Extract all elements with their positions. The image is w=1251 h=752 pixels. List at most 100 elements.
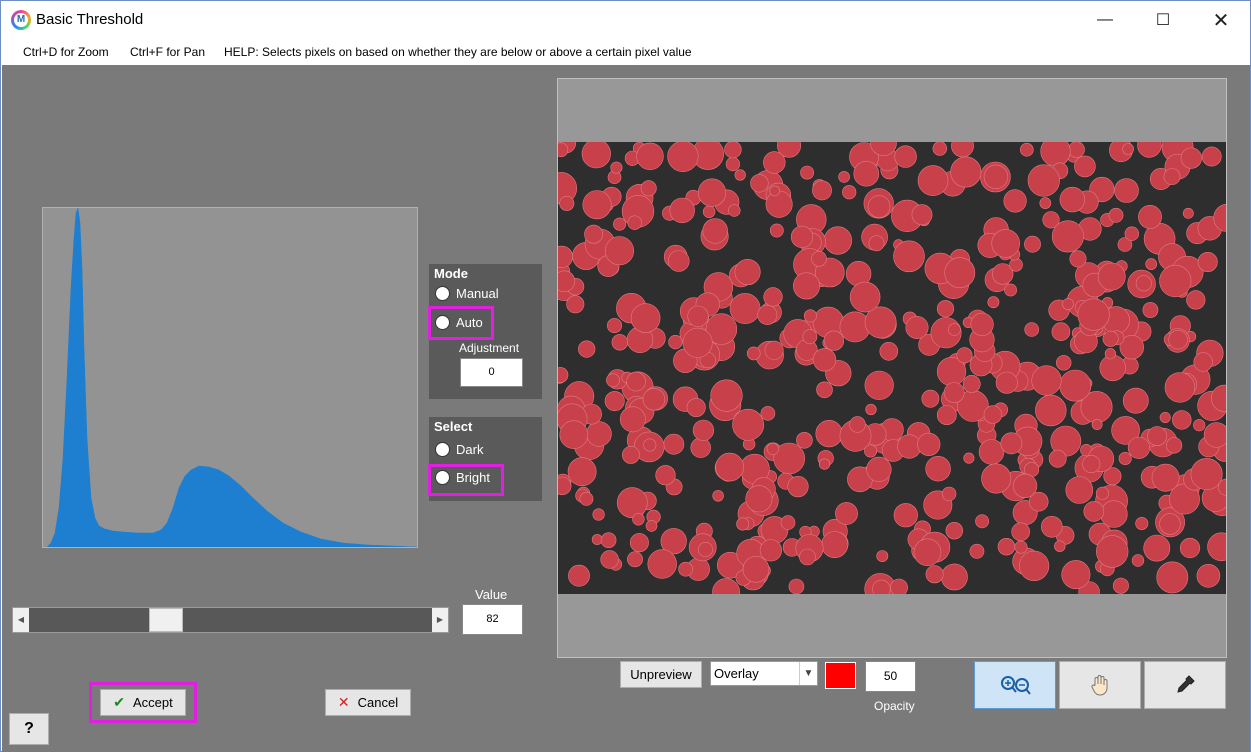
chevron-down-icon: ▼: [799, 662, 817, 685]
pan-tool-button[interactable]: [1059, 661, 1141, 709]
close-button[interactable]: ✕: [1192, 1, 1250, 39]
particle: [1065, 476, 1094, 504]
hint-bar: Ctrl+D for Zoom Ctrl+F for Pan HELP: Sel…: [1, 39, 1250, 65]
particle: [1118, 451, 1132, 465]
particle: [835, 502, 858, 525]
particle: [975, 514, 989, 529]
cancel-label: Cancel: [357, 695, 399, 710]
maximize-button[interactable]: ☐: [1134, 1, 1192, 39]
particle: [1082, 454, 1101, 473]
display-mode-select[interactable]: Overlay ▼: [710, 661, 818, 686]
particle: [613, 217, 627, 231]
particle: [765, 190, 793, 218]
slider-right-arrow-icon[interactable]: ▶: [432, 608, 448, 632]
threshold-slider[interactable]: ◀ ▶: [12, 607, 449, 633]
slider-left-arrow-icon[interactable]: ◀: [13, 608, 29, 632]
particle: [1165, 437, 1183, 454]
particle: [692, 419, 714, 441]
particle: [1027, 164, 1060, 197]
particle: [736, 517, 750, 531]
particle: [728, 204, 741, 217]
particle: [905, 316, 929, 340]
particle: [1003, 189, 1027, 213]
particle: [1014, 540, 1028, 554]
particle: [1114, 178, 1139, 203]
minimize-button[interactable]: —: [1076, 1, 1134, 39]
particle: [629, 533, 649, 553]
particle: [702, 205, 716, 218]
select-dark-radio[interactable]: Dark: [435, 442, 483, 457]
accept-button[interactable]: ✔ Accept: [100, 689, 186, 716]
particle: [815, 420, 843, 448]
particle: [811, 251, 827, 267]
particle: [567, 457, 597, 487]
cancel-button[interactable]: ✕ Cancel: [325, 689, 411, 716]
particle: [1138, 205, 1162, 229]
particle: [1099, 354, 1126, 382]
adjustment-input[interactable]: 0: [460, 358, 523, 387]
particle: [1207, 532, 1226, 562]
particle: [627, 215, 642, 230]
particle: [697, 541, 713, 557]
particle: [1061, 560, 1091, 590]
particle: [1009, 258, 1023, 272]
particle: [1180, 147, 1202, 169]
particle: [1077, 298, 1110, 331]
opacity-label: Opacity: [874, 699, 915, 713]
help-button[interactable]: ?: [9, 713, 49, 745]
particle: [1000, 432, 1023, 455]
particle: [697, 178, 727, 207]
particle: [746, 346, 761, 361]
particle: [981, 463, 1012, 494]
particle: [715, 452, 744, 482]
particle: [1196, 563, 1221, 588]
particle: [750, 174, 769, 193]
particle: [893, 503, 918, 528]
particle: [663, 433, 685, 455]
particle: [911, 204, 933, 226]
particle-overlay: [558, 129, 1226, 607]
particle: [950, 156, 982, 188]
mode-manual-radio[interactable]: Manual: [435, 286, 499, 301]
image-viewer[interactable]: [557, 78, 1227, 658]
particle: [1024, 235, 1041, 253]
particle: [943, 382, 965, 404]
particle: [1083, 501, 1105, 522]
particle: [627, 551, 643, 568]
particle: [1193, 352, 1213, 372]
particle: [913, 538, 942, 567]
particle: [559, 195, 575, 211]
zoom-tool-button[interactable]: [974, 661, 1056, 709]
picker-tool-button[interactable]: [1144, 661, 1226, 709]
slider-thumb[interactable]: [149, 608, 183, 632]
particle: [616, 487, 648, 519]
radio-dot: [435, 442, 450, 457]
particle: [1159, 411, 1171, 423]
particle: [962, 374, 981, 393]
opacity-input[interactable]: 50: [865, 661, 916, 692]
particle: [818, 458, 831, 470]
particle: [682, 327, 713, 358]
threshold-value-input[interactable]: 82: [462, 604, 523, 635]
particle: [712, 490, 724, 502]
particle: [864, 370, 894, 400]
unpreview-button[interactable]: Unpreview: [620, 661, 702, 688]
particle: [1186, 290, 1206, 310]
particle: [725, 157, 740, 172]
particle: [1127, 436, 1151, 459]
particle: [917, 165, 949, 196]
pan-hint: Ctrl+F for Pan: [130, 45, 206, 59]
particle: [790, 225, 814, 248]
particle: [864, 444, 878, 458]
particle: [838, 171, 850, 183]
particle: [667, 250, 690, 272]
overlay-color-swatch[interactable]: [825, 662, 856, 689]
particle: [1122, 387, 1149, 414]
main-panel: Mode Manual Auto Adjustment 0 Select Dar…: [2, 65, 1250, 752]
particle: [745, 485, 773, 513]
particle: [1019, 142, 1034, 157]
particle: [1059, 369, 1092, 402]
particle: [742, 555, 770, 583]
window-title: Basic Threshold: [36, 11, 144, 28]
particle: [925, 456, 951, 482]
